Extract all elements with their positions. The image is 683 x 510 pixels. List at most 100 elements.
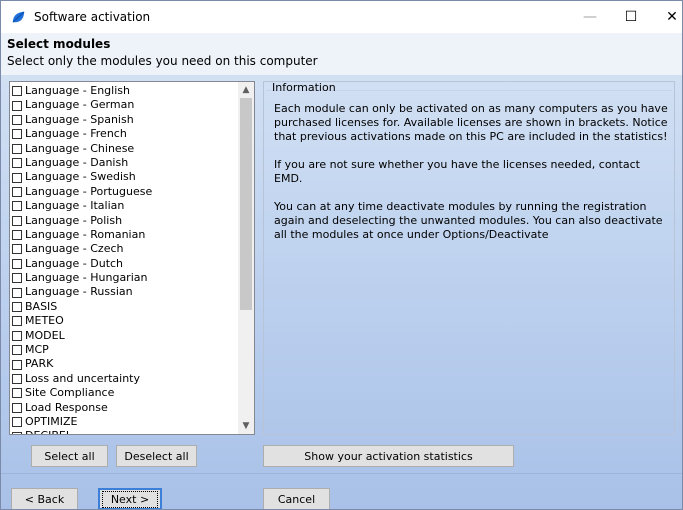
module-checkbox[interactable] [12,129,22,140]
module-list-item[interactable]: Loss and uncertainty [12,372,238,386]
module-list-item[interactable]: OPTIMIZE [12,415,238,429]
module-list-item[interactable]: Load Response [12,401,238,415]
module-label: Load Response [25,400,108,414]
scroll-up-icon[interactable]: ▲ [238,82,254,98]
info-paragraph: If you are not sure whether you have the… [274,158,640,185]
module-label: Language - Polish [25,213,123,227]
show-activation-statistics-button[interactable]: Show your activation statistics [263,445,514,467]
module-label: Language - French [25,127,127,141]
module-label: BASIS [25,299,58,313]
module-checkbox[interactable] [12,431,22,434]
module-checkbox[interactable] [12,273,22,284]
module-list-item[interactable]: MODEL [12,329,238,343]
select-all-button[interactable]: Select all [31,445,108,467]
maximize-icon: ☐ [624,9,638,25]
module-list-item[interactable]: Language - Czech [12,242,238,256]
module-list-item[interactable]: Language - Hungarian [12,271,238,285]
module-label: Language - Russian [25,285,133,299]
info-legend: Information [272,81,336,94]
modules-scrollbar[interactable]: ▲ ▼ [238,82,254,434]
module-list-item[interactable]: Language - Swedish [12,170,238,184]
module-list-item[interactable]: Language - English [12,84,238,98]
module-label: Language - Swedish [25,170,136,184]
module-checkbox[interactable] [12,287,22,298]
activation-window: Software activation — ☐ ✕ Select modules… [0,0,683,510]
module-label: MODEL [25,328,65,342]
module-checkbox[interactable] [12,158,22,169]
module-checkbox[interactable] [12,186,22,197]
module-label: METEO [25,314,64,328]
module-checkbox[interactable] [12,359,22,370]
module-list-item[interactable]: Language - Russian [12,285,238,299]
next-button[interactable]: Next > [98,488,162,509]
module-label: Language - Portuguese [25,184,153,198]
module-list-item[interactable]: DECIBEL [12,429,238,434]
deselect-all-button[interactable]: Deselect all [116,445,197,467]
module-checkbox[interactable] [12,86,22,97]
module-list-item[interactable]: Language - Portuguese [12,185,238,199]
module-checkbox[interactable] [12,330,22,341]
module-label: Language - Chinese [25,141,135,155]
module-list-item[interactable]: BASIS [12,300,238,314]
scroll-down-icon[interactable]: ▼ [238,418,254,434]
module-label: Language - Dutch [25,256,124,270]
close-icon: ✕ [666,9,678,25]
module-label: Language - English [25,84,130,97]
title-bar[interactable]: Software activation — ☐ ✕ [1,1,682,33]
module-checkbox[interactable] [12,417,22,428]
modules-listbox[interactable]: Language - English Language - German Langu… [9,81,255,435]
module-list-item[interactable]: Language - Dutch [12,257,238,271]
module-checkbox[interactable] [12,302,22,313]
header-panel: Select modules Select only the modules y… [1,33,682,75]
module-list-item[interactable]: Language - Italian [12,199,238,213]
maximize-button[interactable]: ☐ [608,1,654,33]
minimize-icon: — [583,9,597,25]
module-label: MCP [25,343,49,357]
information-groupbox: Information Each module can only be acti… [263,81,675,435]
page-subtitle: Select only the modules you need on this… [7,54,318,68]
scroll-thumb[interactable] [240,98,252,310]
module-list-item[interactable]: Language - Romanian [12,228,238,242]
module-list-item[interactable]: METEO [12,314,238,328]
module-list-item[interactable]: MCP [12,343,238,357]
window-title: Software activation [34,10,151,24]
module-label: OPTIMIZE [25,414,78,428]
close-button[interactable]: ✕ [649,1,682,33]
module-checkbox[interactable] [12,258,22,269]
module-checkbox[interactable] [12,388,22,399]
minimize-button[interactable]: — [567,1,613,33]
module-list-item[interactable]: Language - French [12,127,238,141]
module-checkbox[interactable] [12,114,22,125]
module-list-item[interactable]: Language - Danish [12,156,238,170]
cancel-button[interactable]: Cancel [263,488,330,509]
module-checkbox[interactable] [12,215,22,226]
app-logo-icon [12,11,25,23]
module-label: Language - Romanian [25,227,146,241]
module-list-item[interactable]: Site Compliance [12,386,238,400]
module-label: Language - Danish [25,155,129,169]
module-checkbox[interactable] [12,402,22,413]
module-label: Site Compliance [25,386,115,400]
next-button-label: Next > [101,490,159,508]
module-list-item[interactable]: Language - Spanish [12,113,238,127]
module-label: Language - Czech [25,242,124,256]
module-list-item[interactable]: Language - Polish [12,214,238,228]
module-list-item[interactable]: PARK [12,357,238,371]
module-checkbox[interactable] [12,345,22,356]
module-list-item[interactable]: Language - Chinese [12,142,238,156]
module-checkbox[interactable] [12,143,22,154]
info-paragraph: You can at any time deactivate modules b… [274,200,663,241]
module-checkbox[interactable] [12,244,22,255]
page-title: Select modules [7,37,111,51]
module-label: Loss and uncertainty [25,371,141,385]
module-checkbox[interactable] [12,374,22,384]
module-list-item[interactable]: Language - German [12,98,238,112]
back-button[interactable]: < Back [11,488,78,509]
module-label: DECIBEL [25,429,72,434]
module-checkbox[interactable] [12,172,22,183]
module-checkbox[interactable] [12,201,22,212]
module-checkbox[interactable] [12,100,22,111]
info-paragraph: Each module can only be activated on as … [274,102,668,143]
module-checkbox[interactable] [12,316,22,327]
module-checkbox[interactable] [12,230,22,241]
